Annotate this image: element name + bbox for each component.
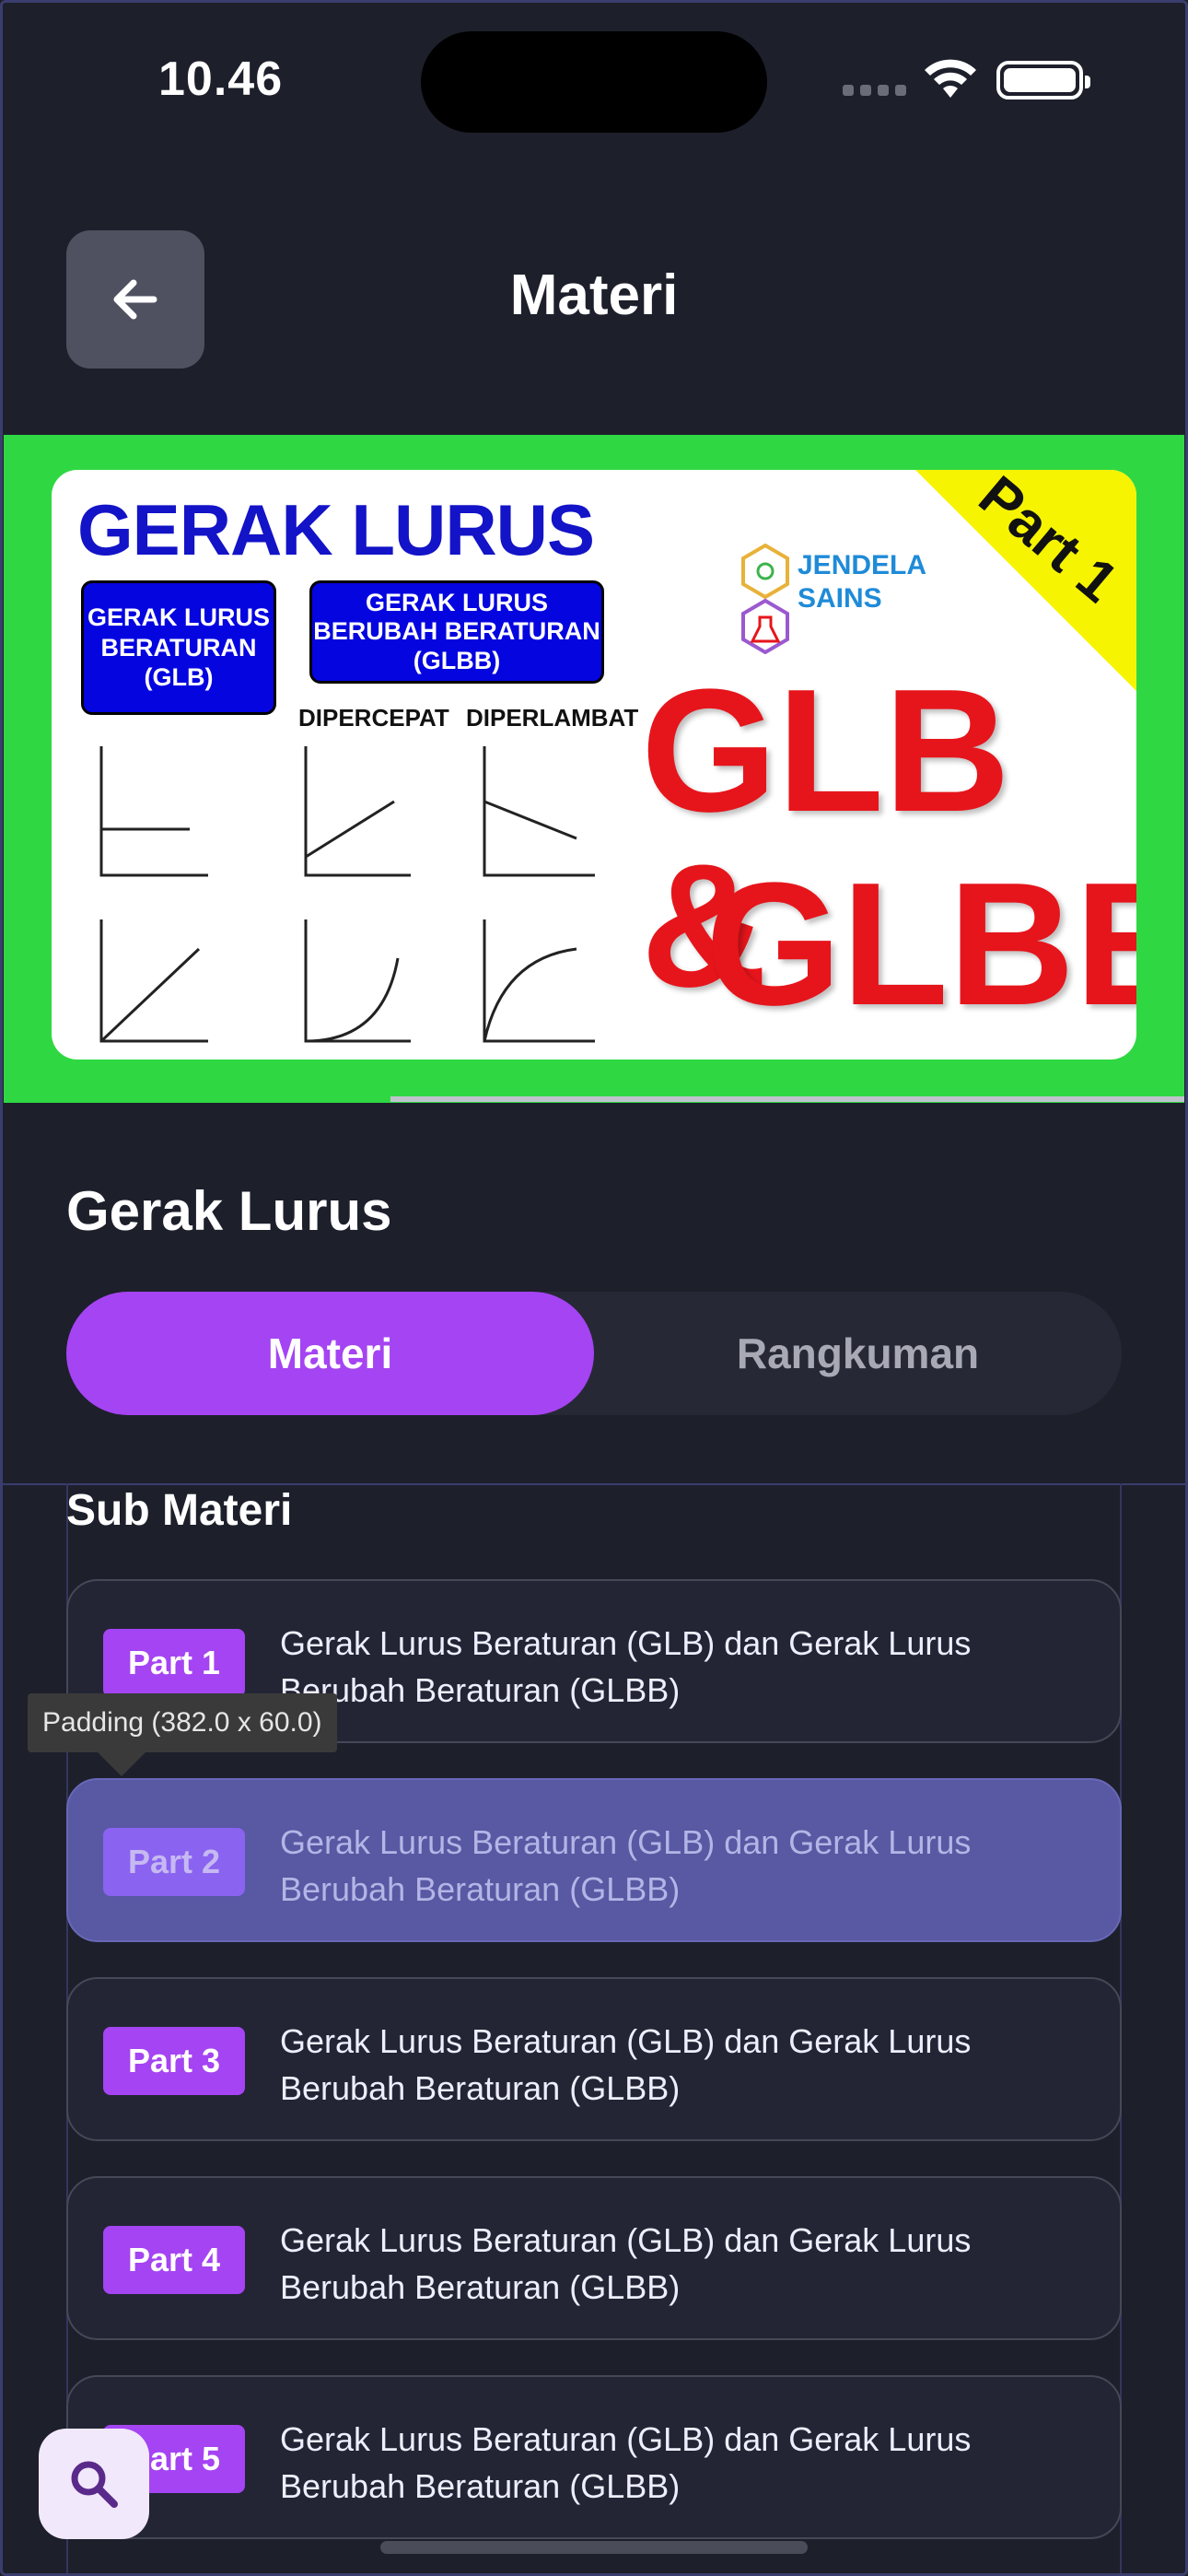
sub-materi-item-part-3[interactable]: Part 3 Gerak Lurus Beraturan (GLB) dan G… (66, 1977, 1122, 2141)
banner-logo-text: JENDELA SAINS (798, 550, 926, 614)
sub-materi-title: Sub Materi (66, 1486, 293, 1535)
dynamic-island (421, 31, 767, 133)
video-progress-line (390, 1096, 1184, 1102)
banner-title: GERAK LURUS (77, 489, 595, 570)
search-button[interactable] (39, 2429, 149, 2539)
tooltip-arrow (98, 1752, 146, 1776)
banner-caption-diperlambat: DIPERLAMBAT (466, 704, 639, 732)
material-banner: Part 1 GERAK LURUS GERAK LURUS BERATURAN… (4, 435, 1184, 1103)
part-badge: Part 2 (103, 1828, 245, 1896)
banner-box-glb: GERAK LURUS BERATURAN (GLB) (81, 580, 276, 715)
tab-materi[interactable]: Materi (66, 1292, 594, 1415)
velocity-time-graphs (99, 746, 595, 877)
part-badge: Part 3 (103, 2027, 245, 2095)
wifi-icon (925, 59, 976, 98)
banner-big-text-glbb: GLBB (705, 847, 1136, 1042)
sub-materi-description: Gerak Lurus Beraturan (GLB) dan Gerak Lu… (280, 1624, 972, 1709)
part-badge: Part 1 (103, 1629, 245, 1697)
sub-materi-item-part-2[interactable]: Part 2 Gerak Lurus Beraturan (GLB) dan G… (66, 1778, 1122, 1942)
banner-card: Part 1 GERAK LURUS GERAK LURUS BERATURAN… (52, 470, 1136, 1060)
position-time-graphs (99, 919, 595, 1043)
part-badge: Part 4 (103, 2226, 245, 2294)
tab-bar: Materi Rangkuman (66, 1292, 1122, 1415)
status-time: 10.46 (158, 53, 284, 106)
banner-box-glbb: GERAK LURUS BERUBAH BERATURAN (GLBB) (309, 580, 604, 684)
science-logo-icon (741, 544, 789, 654)
sub-materi-item-part-5[interactable]: Part 5 Gerak Lurus Beraturan (GLB) dan G… (66, 2375, 1122, 2539)
sub-materi-item-part-4[interactable]: Part 4 Gerak Lurus Beraturan (GLB) dan G… (66, 2176, 1122, 2340)
tab-rangkuman[interactable]: Rangkuman (594, 1292, 1122, 1415)
debug-padding-tooltip: Padding (382.0 x 60.0) (28, 1693, 337, 1752)
banner-caption-dipercepat: DIPERCEPAT (298, 704, 449, 732)
sub-materi-description: Gerak Lurus Beraturan (GLB) dan Gerak Lu… (280, 2420, 972, 2505)
sub-materi-description: Gerak Lurus Beraturan (GLB) dan Gerak Lu… (280, 2022, 972, 2107)
home-indicator[interactable] (380, 2541, 808, 2554)
search-icon (71, 2461, 118, 2508)
section-title: Gerak Lurus (66, 1180, 392, 1242)
page-title: Materi (509, 263, 679, 327)
battery-icon (996, 61, 1090, 100)
cellular-signal-icon (843, 85, 906, 96)
sub-materi-description: Gerak Lurus Beraturan (GLB) dan Gerak Lu… (280, 1823, 972, 1908)
status-bar: 10.46 (0, 0, 1188, 166)
sub-materi-description: Gerak Lurus Beraturan (GLB) dan Gerak Lu… (280, 2221, 972, 2306)
